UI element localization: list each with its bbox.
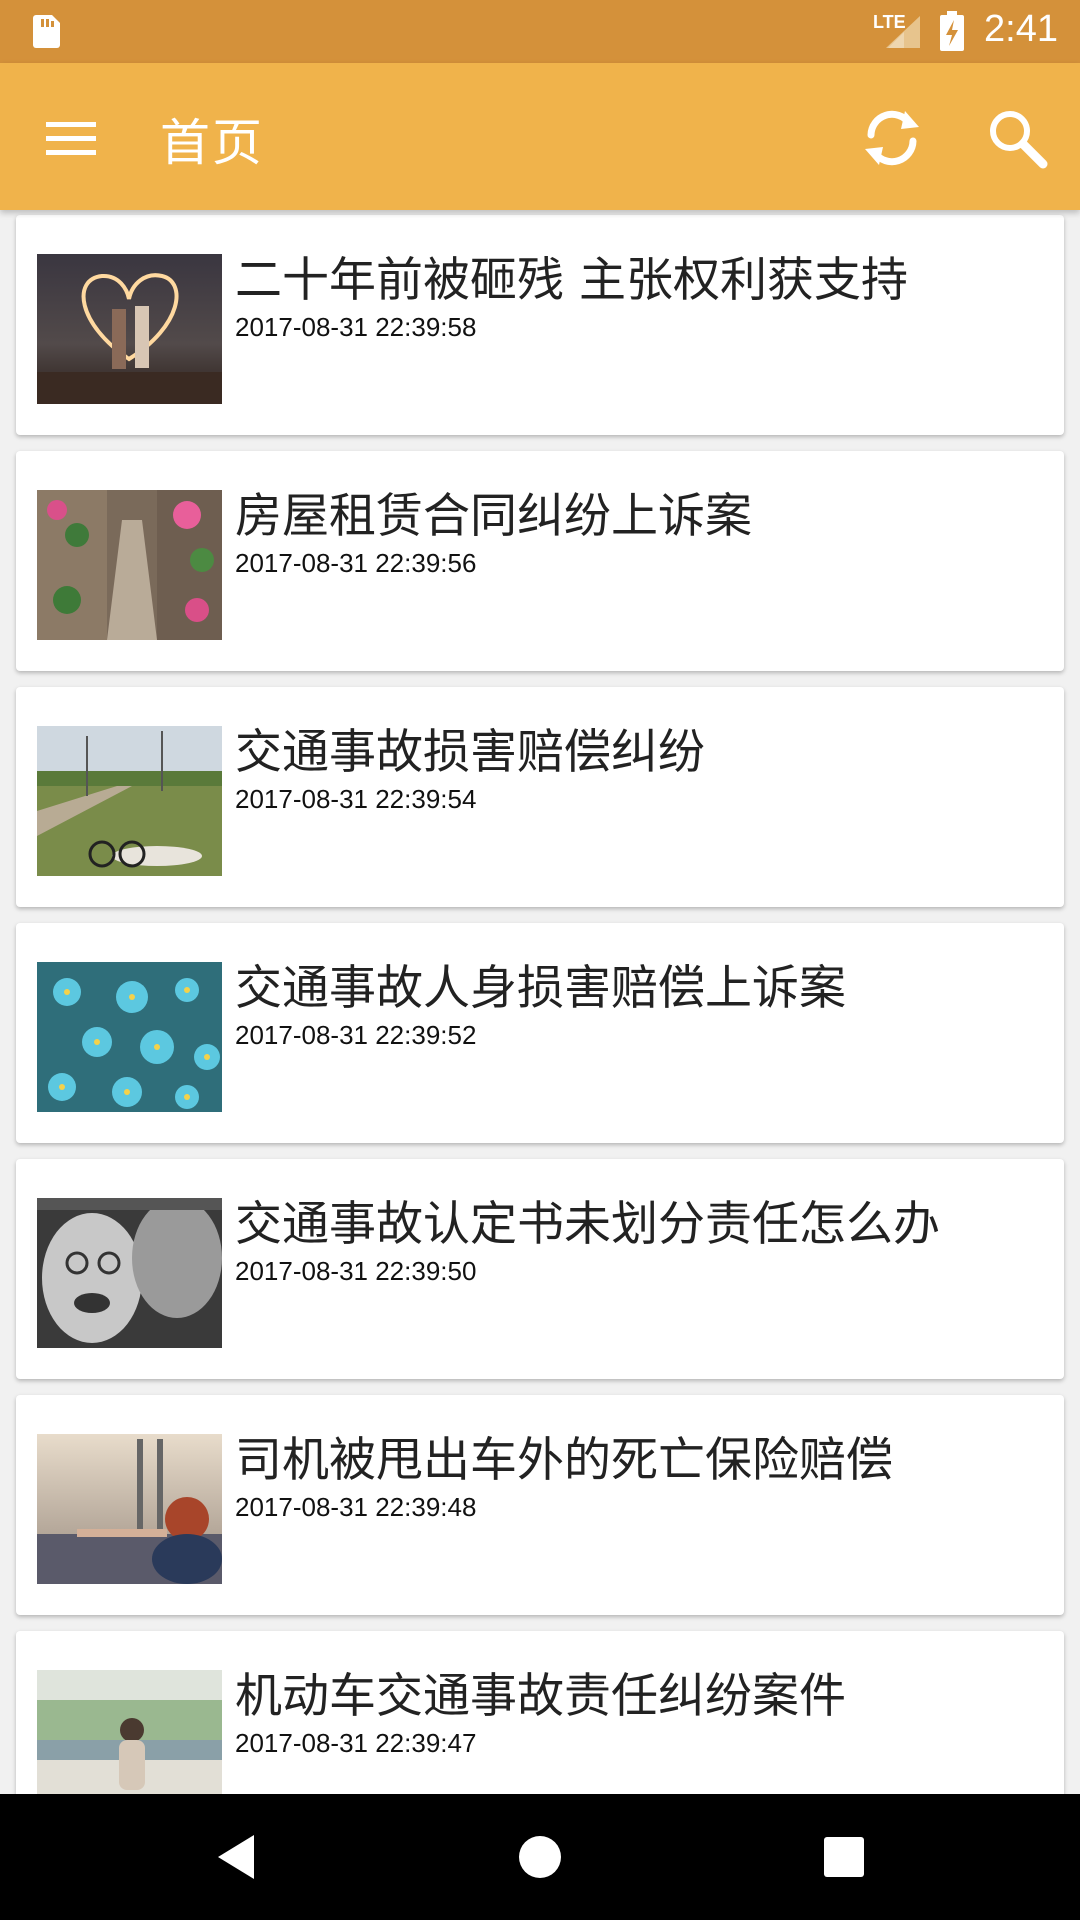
article-title: 交通事故认定书未划分责任怎么办 bbox=[235, 1197, 940, 1252]
app-bar: 首页 bbox=[0, 63, 1080, 210]
home-icon bbox=[519, 1836, 561, 1878]
article-thumbnail bbox=[37, 1434, 222, 1584]
article-card[interactable]: 机动车交通事故责任纠纷案件 2017-08-31 22:39:47 bbox=[16, 1631, 1064, 1794]
article-card[interactable]: 二十年前被砸残 主张权利获支持 2017-08-31 22:39:58 bbox=[16, 215, 1064, 435]
article-title: 二十年前被砸残 主张权利获支持 bbox=[235, 253, 908, 308]
article-timestamp: 2017-08-31 22:39:56 bbox=[235, 548, 477, 578]
article-title: 房屋租赁合同纠纷上诉案 bbox=[235, 489, 752, 544]
article-title: 交通事故损害赔偿纠纷 bbox=[235, 725, 705, 780]
search-button[interactable] bbox=[976, 97, 1058, 179]
recents-button[interactable] bbox=[804, 1817, 884, 1897]
page-title: 首页 bbox=[160, 114, 264, 172]
article-thumbnail bbox=[37, 254, 222, 404]
article-thumbnail bbox=[37, 490, 222, 640]
battery-charging-icon bbox=[940, 11, 964, 51]
article-timestamp: 2017-08-31 22:39:52 bbox=[235, 1020, 477, 1050]
article-title: 司机被甩出车外的死亡保险赔偿 bbox=[235, 1433, 893, 1488]
article-timestamp: 2017-08-31 22:39:47 bbox=[235, 1728, 477, 1758]
refresh-button[interactable] bbox=[851, 97, 933, 179]
article-title: 交通事故人身损害赔偿上诉案 bbox=[235, 961, 846, 1016]
clock: 2:41 bbox=[984, 8, 1058, 50]
article-timestamp: 2017-08-31 22:39:48 bbox=[235, 1492, 477, 1522]
signal-icon bbox=[886, 16, 920, 48]
article-thumbnail bbox=[37, 962, 222, 1112]
article-thumbnail bbox=[37, 1670, 222, 1794]
article-card[interactable]: 交通事故人身损害赔偿上诉案 2017-08-31 22:39:52 bbox=[16, 923, 1064, 1143]
article-timestamp: 2017-08-31 22:39:54 bbox=[235, 784, 477, 814]
article-timestamp: 2017-08-31 22:39:58 bbox=[235, 312, 477, 342]
article-card[interactable]: 司机被甩出车外的死亡保险赔偿 2017-08-31 22:39:48 bbox=[16, 1395, 1064, 1615]
sd-card-icon bbox=[33, 15, 60, 48]
menu-button[interactable] bbox=[34, 101, 110, 177]
refresh-icon bbox=[865, 110, 919, 166]
article-list[interactable]: 二十年前被砸残 主张权利获支持 2017-08-31 22:39:58 房屋租赁… bbox=[0, 210, 1080, 1794]
search-icon bbox=[990, 111, 1048, 169]
status-bar: LTE 2:41 bbox=[0, 0, 1080, 63]
article-timestamp: 2017-08-31 22:39:50 bbox=[235, 1256, 477, 1286]
article-thumbnail bbox=[37, 1198, 222, 1348]
back-button[interactable] bbox=[196, 1817, 276, 1897]
article-card[interactable]: 交通事故认定书未划分责任怎么办 2017-08-31 22:39:50 bbox=[16, 1159, 1064, 1379]
article-card[interactable]: 房屋租赁合同纠纷上诉案 2017-08-31 22:39:56 bbox=[16, 451, 1064, 671]
article-thumbnail bbox=[37, 726, 222, 876]
navigation-bar bbox=[0, 1794, 1080, 1920]
article-card[interactable]: 交通事故损害赔偿纠纷 2017-08-31 22:39:54 bbox=[16, 687, 1064, 907]
menu-icon bbox=[46, 122, 96, 155]
article-title: 机动车交通事故责任纠纷案件 bbox=[235, 1669, 846, 1724]
home-button[interactable] bbox=[500, 1817, 580, 1897]
back-icon bbox=[218, 1835, 254, 1879]
recents-icon bbox=[824, 1837, 864, 1877]
